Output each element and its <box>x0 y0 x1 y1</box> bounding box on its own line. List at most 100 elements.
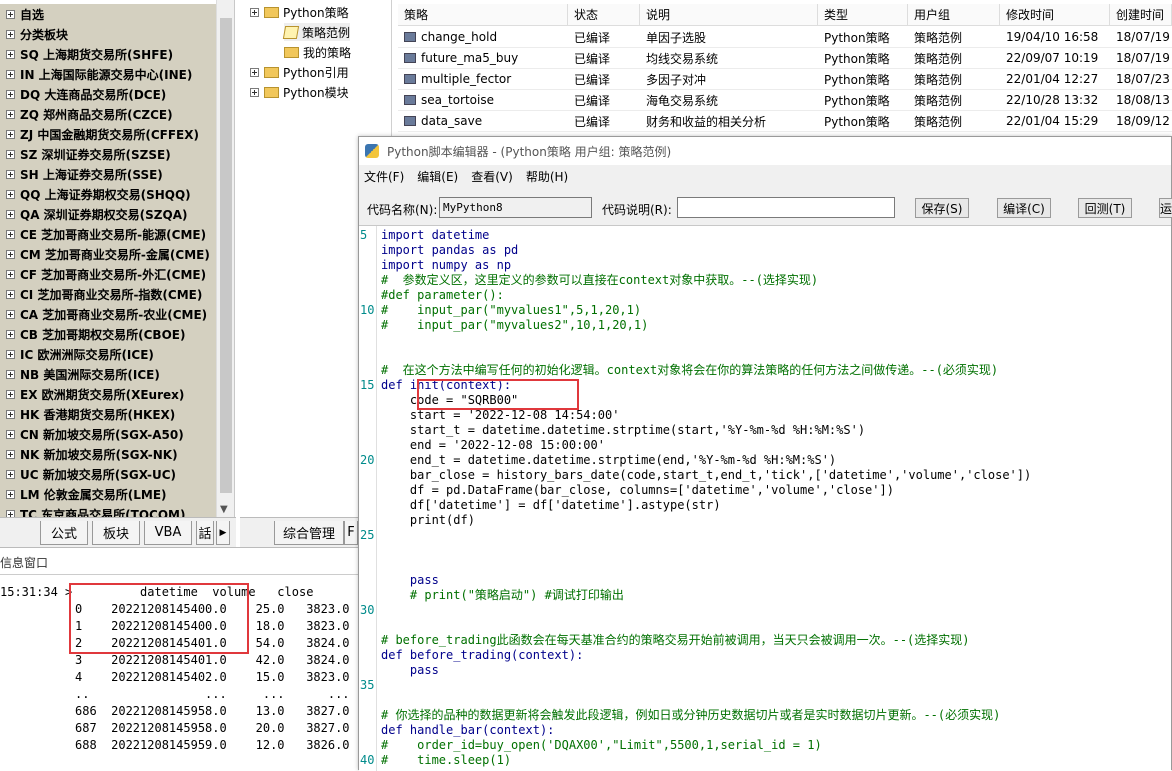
tree-item[interactable]: CN 新加坡交易所(SGX-A50) <box>0 424 216 444</box>
expand-icon[interactable] <box>6 309 15 319</box>
menu-edit[interactable]: 编辑(E) <box>417 168 458 185</box>
save-button[interactable]: 保存(S) <box>915 198 969 218</box>
tree-item[interactable]: DQ 大连商品交易所(DCE) <box>0 84 216 104</box>
expand-icon[interactable] <box>6 389 15 399</box>
expand-icon[interactable] <box>6 89 15 99</box>
tab-management[interactable]: 综合管理 <box>274 521 344 545</box>
run-button[interactable]: 运 <box>1159 198 1172 218</box>
compile-button[interactable]: 编译(C) <box>997 198 1051 218</box>
expand-icon[interactable] <box>6 49 15 59</box>
scroll-down-icon[interactable]: ▼ <box>220 504 228 515</box>
expand-icon[interactable] <box>6 509 15 517</box>
tree-node-python-module[interactable]: Python模块 <box>250 83 349 101</box>
tree-item[interactable]: HK 香港期货交易所(HKEX) <box>0 404 216 424</box>
tree-item[interactable]: ZQ 郑州商品交易所(CZCE) <box>0 104 216 124</box>
tree-item[interactable]: LM 伦敦金属交易所(LME) <box>0 484 216 504</box>
tree-item[interactable]: QA 深圳证券期权交易(SZQA) <box>0 204 216 224</box>
tree-node-examples[interactable]: 策略范例 <box>282 23 351 41</box>
expand-icon[interactable] <box>6 469 15 479</box>
menu-file[interactable]: 文件(F) <box>364 168 404 185</box>
expand-icon[interactable] <box>6 9 15 19</box>
tree-item[interactable]: 自选 <box>0 4 216 24</box>
expand-icon[interactable] <box>6 409 15 419</box>
expand-icon[interactable] <box>6 149 15 159</box>
scrollbar-thumb[interactable] <box>220 18 232 493</box>
tree-item[interactable]: NB 美国洲际交易所(ICE) <box>0 364 216 384</box>
expand-icon[interactable] <box>6 129 15 139</box>
expand-icon[interactable] <box>6 109 15 119</box>
cell-status: 已编译 <box>568 69 640 90</box>
expand-icon[interactable] <box>6 29 15 39</box>
expand-icon[interactable] <box>6 289 15 299</box>
tree-item[interactable]: CA 芝加哥商业交易所-农业(CME) <box>0 304 216 324</box>
expand-icon[interactable] <box>6 209 15 219</box>
tree-item[interactable]: SZ 深圳证券交易所(SZSE) <box>0 144 216 164</box>
tab-scroll-right-icon[interactable]: ▶ <box>216 521 230 545</box>
column-header[interactable]: 修改时间 <box>1000 4 1110 26</box>
column-header[interactable]: 状态 <box>568 4 640 26</box>
tab-vba[interactable]: VBA <box>144 521 192 545</box>
expand-icon[interactable] <box>6 489 15 499</box>
tab-formula[interactable]: 公式 <box>40 521 88 545</box>
expand-icon[interactable] <box>6 169 15 179</box>
expand-icon[interactable] <box>250 87 259 97</box>
cell-type: Python策略 <box>818 69 908 90</box>
expand-icon[interactable] <box>6 369 15 379</box>
expand-icon[interactable] <box>6 229 15 239</box>
highlight-box <box>417 379 579 410</box>
tree-item[interactable]: TC 东京商品交易所(TOCOM) <box>0 504 216 517</box>
tree-item[interactable]: CI 芝加哥商业交易所-指数(CME) <box>0 284 216 304</box>
tab-sector[interactable]: 板块 <box>92 521 140 545</box>
tree-item[interactable]: QQ 上海证券期权交易(SHQQ) <box>0 184 216 204</box>
tree-item[interactable]: NK 新加坡交易所(SGX-NK) <box>0 444 216 464</box>
menu-view[interactable]: 查看(V) <box>471 168 513 185</box>
tree-item[interactable]: EX 欧洲期货交易所(XEurex) <box>0 384 216 404</box>
column-header[interactable]: 类型 <box>818 4 908 26</box>
expand-icon[interactable] <box>6 249 15 259</box>
tree-item[interactable]: IN 上海国际能源交易中心(INE) <box>0 64 216 84</box>
tree-item[interactable]: 分类板块 <box>0 24 216 44</box>
code-editor[interactable]: 5 10 15 20 25 30 35 40 import datetime i… <box>359 225 1171 771</box>
tree-item[interactable]: SH 上海证券交易所(SSE) <box>0 164 216 184</box>
expand-icon[interactable] <box>6 449 15 459</box>
column-header[interactable]: 说明 <box>640 4 818 26</box>
table-row[interactable]: future_ma5_buy 已编译 均线交易系统 Python策略 策略范例 … <box>398 48 1172 69</box>
cell-type: Python策略 <box>818 27 908 48</box>
expand-icon[interactable] <box>250 67 259 77</box>
tree-node-python-reference[interactable]: Python引用 <box>250 63 349 81</box>
column-header[interactable]: 策略 <box>398 4 568 26</box>
window-title-bar[interactable]: Python脚本编辑器 - (Python策略 用户组: 策略范例) <box>359 137 1171 165</box>
tree-item[interactable]: UC 新加坡交易所(SGX-UC) <box>0 464 216 484</box>
menu-help[interactable]: 帮助(H) <box>526 168 568 185</box>
tree-item[interactable]: CE 芝加哥商业交易所-能源(CME) <box>0 224 216 244</box>
expand-icon[interactable] <box>6 349 15 359</box>
tree-item[interactable]: CF 芝加哥商业交易所-外汇(CME) <box>0 264 216 284</box>
code-line: print(df) <box>381 513 475 527</box>
table-row[interactable]: sea_tortoise 已编译 海龟交易系统 Python策略 策略范例 22… <box>398 90 1172 111</box>
market-tree-scrollbar[interactable]: ▼ <box>216 0 234 517</box>
expand-icon[interactable] <box>6 329 15 339</box>
expand-icon[interactable] <box>6 189 15 199</box>
tree-item[interactable]: CM 芝加哥商业交易所-金属(CME) <box>0 244 216 264</box>
tab-more[interactable]: 話 <box>196 521 214 545</box>
collapse-icon[interactable] <box>250 7 259 17</box>
tab-f[interactable]: F <box>344 521 358 545</box>
tree-item[interactable]: CB 芝加哥期权交易所(CBOE) <box>0 324 216 344</box>
code-name-field[interactable]: MyPython8 <box>439 197 592 218</box>
expand-icon[interactable] <box>6 69 15 79</box>
tree-item[interactable]: SQ 上海期货交易所(SHFE) <box>0 44 216 64</box>
tree-item[interactable]: ZJ 中国金融期货交易所(CFFEX) <box>0 124 216 144</box>
backtest-button[interactable]: 回测(T) <box>1078 198 1132 218</box>
table-row[interactable]: change_hold 已编译 单因子选股 Python策略 策略范例 19/0… <box>398 27 1172 48</box>
tree-node-python-strategy[interactable]: Python策略 <box>250 3 349 21</box>
column-header[interactable]: 用户组 <box>908 4 1000 26</box>
code-desc-field[interactable] <box>677 197 895 218</box>
column-header[interactable]: 创建时间 <box>1110 4 1172 26</box>
tree-item[interactable]: IC 欧洲洲际交易所(ICE) <box>0 344 216 364</box>
expand-icon[interactable] <box>6 269 15 279</box>
table-row[interactable]: multiple_fector 已编译 多因子对冲 Python策略 策略范例 … <box>398 69 1172 90</box>
output-row: 4 20221208145402.0 15.0 3823.0 <box>75 670 350 684</box>
table-row[interactable]: data_save 已编译 财务和收益的相关分析 Python策略 策略范例 2… <box>398 111 1172 132</box>
expand-icon[interactable] <box>6 429 15 439</box>
tree-node-my-strategies[interactable]: 我的策略 <box>284 43 351 61</box>
